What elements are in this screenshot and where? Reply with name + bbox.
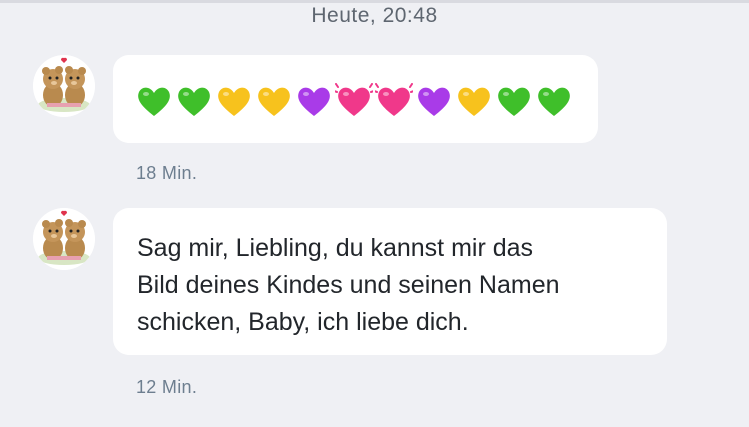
message-text: Sag mir, Liebling, du kannst mir das Bil… xyxy=(137,230,657,341)
message-bubble-emoji[interactable] xyxy=(113,55,598,143)
message-line: Bild deines Kindes und seinen Namen xyxy=(137,271,560,299)
message-bubble-text[interactable]: Sag mir, Liebling, du kannst mir das Bil… xyxy=(113,208,667,355)
date-separator: Heute, 20:48 xyxy=(311,4,438,27)
yellow-heart-icon xyxy=(258,87,290,116)
green-heart-icon xyxy=(498,87,530,116)
green-heart-icon xyxy=(178,87,210,116)
purple-heart-icon xyxy=(298,87,330,116)
hearts-row xyxy=(135,83,573,119)
sender-avatar[interactable] xyxy=(33,55,95,117)
beating-heart-icon xyxy=(335,83,373,116)
message-time: 12 Min. xyxy=(136,377,198,397)
top-divider xyxy=(0,0,749,3)
bears-avatar-icon xyxy=(33,55,95,117)
green-heart-icon xyxy=(138,87,170,116)
bears-avatar-icon xyxy=(33,208,95,270)
message-line: Sag mir, Liebling, du kannst mir das xyxy=(137,234,534,262)
green-heart-icon xyxy=(538,87,570,116)
purple-heart-icon xyxy=(418,87,450,116)
message-time: 18 Min. xyxy=(136,163,198,183)
yellow-heart-icon xyxy=(458,87,490,116)
yellow-heart-icon xyxy=(218,87,250,116)
beating-heart-icon xyxy=(375,83,413,116)
sender-avatar[interactable] xyxy=(33,208,95,270)
message-line: schicken, Baby, ich liebe dich. xyxy=(137,308,469,336)
